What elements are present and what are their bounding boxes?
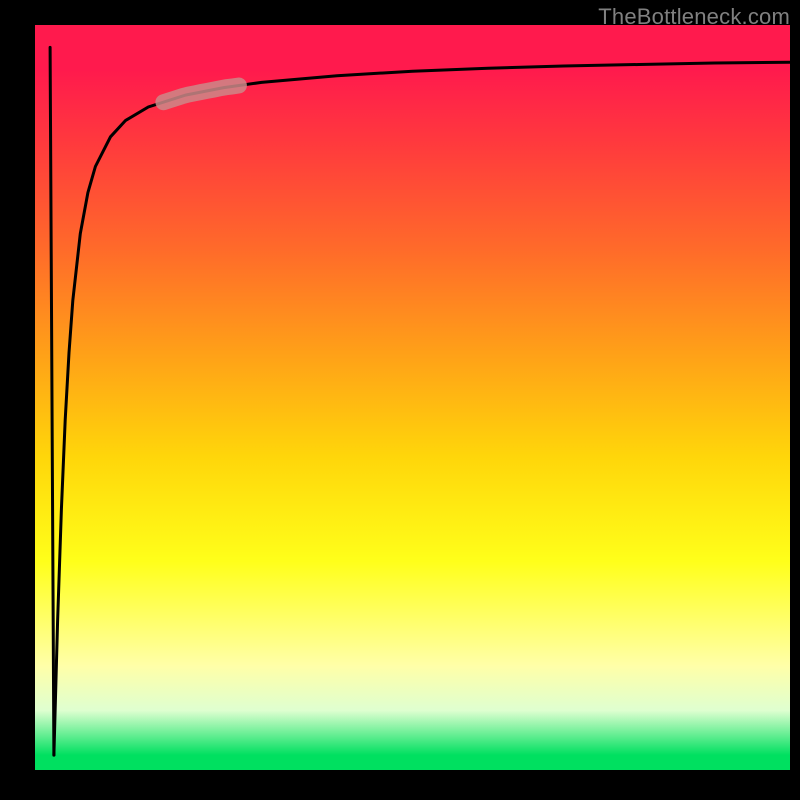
plot-area [35,25,790,770]
curve-layer [35,25,790,770]
highlight-segment [163,86,239,103]
chart-stage: TheBottleneck.com [0,0,800,800]
watermark-text: TheBottleneck.com [598,4,790,30]
initial-drop [50,47,54,755]
bottleneck-curve [54,62,790,755]
